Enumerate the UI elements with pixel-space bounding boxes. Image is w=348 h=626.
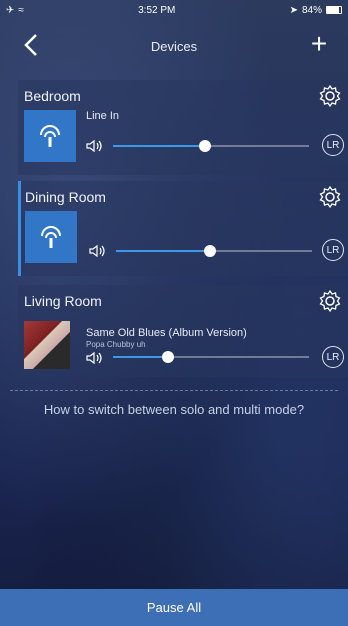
volume-fill (116, 250, 211, 252)
volume-knob[interactable] (161, 351, 174, 363)
room-name: Dining Room (25, 189, 106, 205)
volume-slider[interactable] (113, 140, 309, 152)
status-bar: ✈ ≈ 3:52 PM ➤ 84% (0, 0, 348, 20)
device-thumbnail[interactable] (24, 110, 76, 162)
channel-lr-button[interactable]: LR (322, 346, 344, 368)
room-card-bedroom[interactable]: Bedroom Line In LR (18, 80, 348, 175)
source-label: Line In (86, 110, 120, 122)
track-artist: Popa Chubby uh (86, 340, 146, 349)
gear-icon[interactable] (318, 84, 342, 108)
page-title: Devices (150, 38, 198, 54)
volume-slider[interactable] (116, 245, 312, 257)
volume-knob[interactable] (204, 245, 217, 257)
status-right: ➤ 84% (290, 5, 342, 16)
nav-bar: Devices + (0, 20, 348, 72)
battery-icon (325, 6, 342, 14)
gear-icon[interactable] (318, 185, 342, 209)
add-device-button[interactable]: + (306, 30, 332, 60)
volume-knob[interactable] (199, 140, 212, 152)
speaker-icon[interactable] (89, 244, 107, 258)
channel-lr-button[interactable]: LR (322, 134, 344, 156)
speaker-icon[interactable] (86, 139, 104, 153)
device-thumbnail[interactable] (25, 211, 77, 263)
wifi-icon: ≈ (18, 4, 24, 16)
status-time: 3:52 PM (138, 4, 176, 16)
location-icon: ➤ (289, 4, 298, 16)
airplane-icon: ✈ (6, 4, 15, 16)
help-link[interactable]: How to switch between solo and multi mod… (0, 402, 348, 417)
chevron-left-icon[interactable] (20, 32, 42, 58)
wifi-speaker-icon (40, 125, 60, 147)
battery-percent: 84% (301, 4, 322, 16)
room-card-living-room[interactable]: Living Room Same Old Blues (Album Versio… (18, 285, 348, 377)
status-left: ✈ ≈ (6, 5, 24, 16)
room-name: Bedroom (24, 88, 81, 104)
wifi-speaker-icon (41, 226, 61, 248)
gear-icon[interactable] (318, 289, 342, 313)
track-title: Same Old Blues (Album Version) (86, 327, 247, 339)
room-card-dining-room[interactable]: Dining Room LR (18, 181, 348, 276)
volume-slider[interactable] (113, 351, 309, 363)
volume-fill (113, 356, 168, 358)
room-name: Living Room (24, 293, 102, 309)
pause-all-button[interactable]: Pause All (0, 589, 348, 626)
divider (10, 390, 338, 391)
album-art[interactable] (24, 321, 70, 369)
speaker-icon[interactable] (86, 351, 104, 365)
channel-lr-button[interactable]: LR (322, 239, 344, 261)
volume-fill (113, 145, 206, 147)
